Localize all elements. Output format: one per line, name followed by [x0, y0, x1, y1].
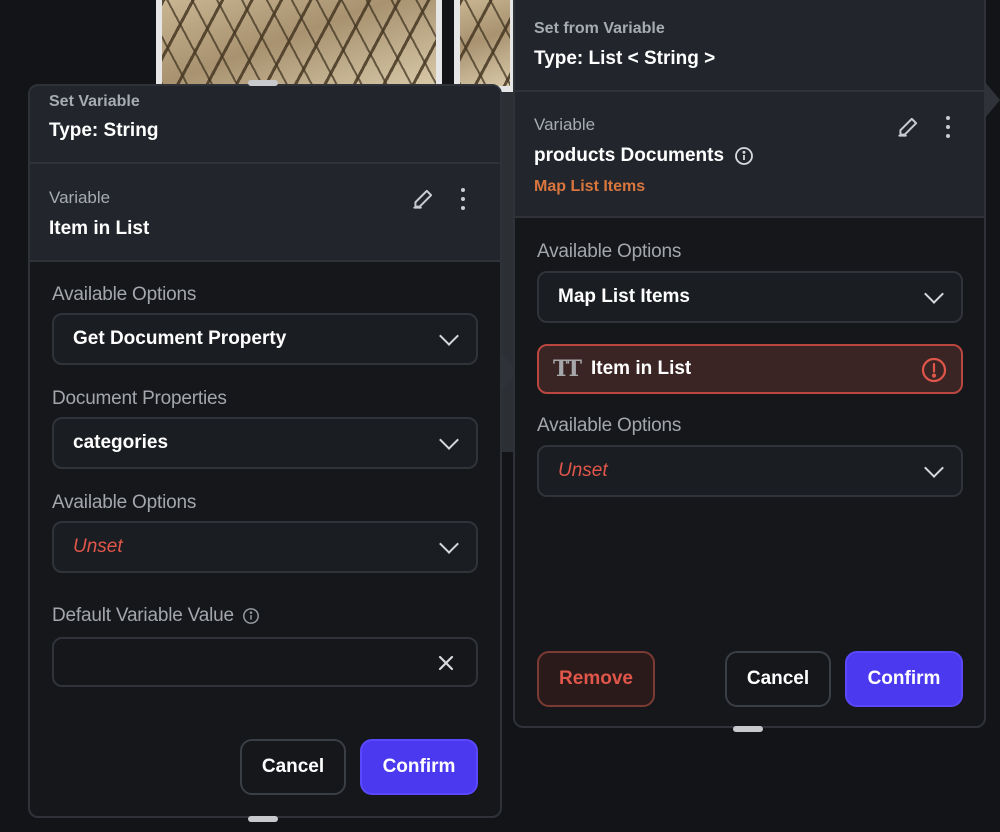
available-options-label-2: Available Options: [537, 415, 682, 436]
remove-button[interactable]: Remove: [537, 651, 655, 707]
panel-header: Set Variable Type: String: [30, 86, 500, 164]
cancel-button[interactable]: Cancel: [725, 651, 831, 707]
confirm-button[interactable]: Confirm: [845, 651, 963, 707]
available-options-dropdown[interactable]: Map List Items: [537, 271, 963, 323]
warning-icon: [921, 357, 947, 383]
available-options-dropdown-2[interactable]: Unset: [52, 521, 478, 573]
header-type: Type: List < String >: [534, 48, 716, 69]
dropdown-value: Unset: [73, 536, 123, 557]
bottom-drag-handle[interactable]: [733, 726, 763, 732]
dropdown-value: Get Document Property: [73, 328, 287, 349]
variable-name: products Documents: [534, 145, 754, 167]
variable-name: Item in List: [49, 218, 150, 239]
cancel-button[interactable]: Cancel: [240, 739, 346, 795]
chip-label: Item in List: [590, 358, 692, 379]
document-properties-dropdown[interactable]: categories: [52, 417, 478, 469]
default-value-input[interactable]: [52, 637, 478, 687]
panel-header: Set from Variable Type: List < String >: [515, 0, 984, 92]
text-type-icon: TT: [553, 356, 582, 382]
header-type: Type: String: [49, 120, 159, 141]
variable-section[interactable]: Variable products Documents Map List Ite…: [515, 92, 984, 218]
connector-arrow-right: [985, 82, 1000, 118]
confirm-button[interactable]: Confirm: [360, 739, 478, 795]
map-list-items-link[interactable]: Map List Items: [534, 178, 645, 196]
chevron-down-icon: [439, 534, 459, 554]
more-options-icon[interactable]: [945, 116, 951, 138]
available-options-label: Available Options: [52, 284, 197, 305]
set-from-variable-panel: Set from Variable Type: List < String > …: [513, 0, 986, 732]
chevron-down-icon: [439, 326, 459, 346]
dropdown-value: categories: [73, 432, 169, 453]
edit-icon[interactable]: [895, 114, 921, 145]
set-variable-panel: Set Variable Type: String Variable Item …: [28, 80, 502, 822]
available-options-label: Available Options: [537, 241, 682, 262]
clear-icon[interactable]: [438, 655, 454, 671]
document-properties-label: Document Properties: [52, 388, 227, 409]
background-image: [454, 0, 516, 92]
header-label: Set from Variable: [534, 20, 665, 37]
default-value-label: Default Variable Value: [52, 605, 260, 627]
bottom-drag-handle[interactable]: [248, 816, 278, 822]
available-options-label-2: Available Options: [52, 492, 197, 513]
default-value-label-text: Default Variable Value: [52, 605, 234, 626]
info-icon[interactable]: [734, 146, 754, 166]
info-icon[interactable]: [242, 607, 260, 625]
variable-label: Variable: [534, 115, 596, 134]
chevron-down-icon: [924, 458, 944, 478]
dropdown-value: Map List Items: [558, 286, 690, 307]
variable-name-text: products Documents: [534, 145, 725, 166]
chevron-down-icon: [439, 430, 459, 450]
item-in-list-chip[interactable]: TT Item in List: [537, 344, 963, 394]
available-options-dropdown[interactable]: Get Document Property: [52, 313, 478, 365]
header-label: Set Variable: [49, 93, 140, 110]
edit-icon[interactable]: [410, 186, 436, 217]
chevron-down-icon: [924, 284, 944, 304]
more-options-icon[interactable]: [460, 188, 466, 210]
variable-label: Variable: [49, 188, 111, 207]
available-options-dropdown-2[interactable]: Unset: [537, 445, 963, 497]
variable-section[interactable]: Variable Item in List: [30, 164, 500, 262]
background-image: [156, 0, 442, 92]
dropdown-value: Unset: [558, 460, 608, 481]
